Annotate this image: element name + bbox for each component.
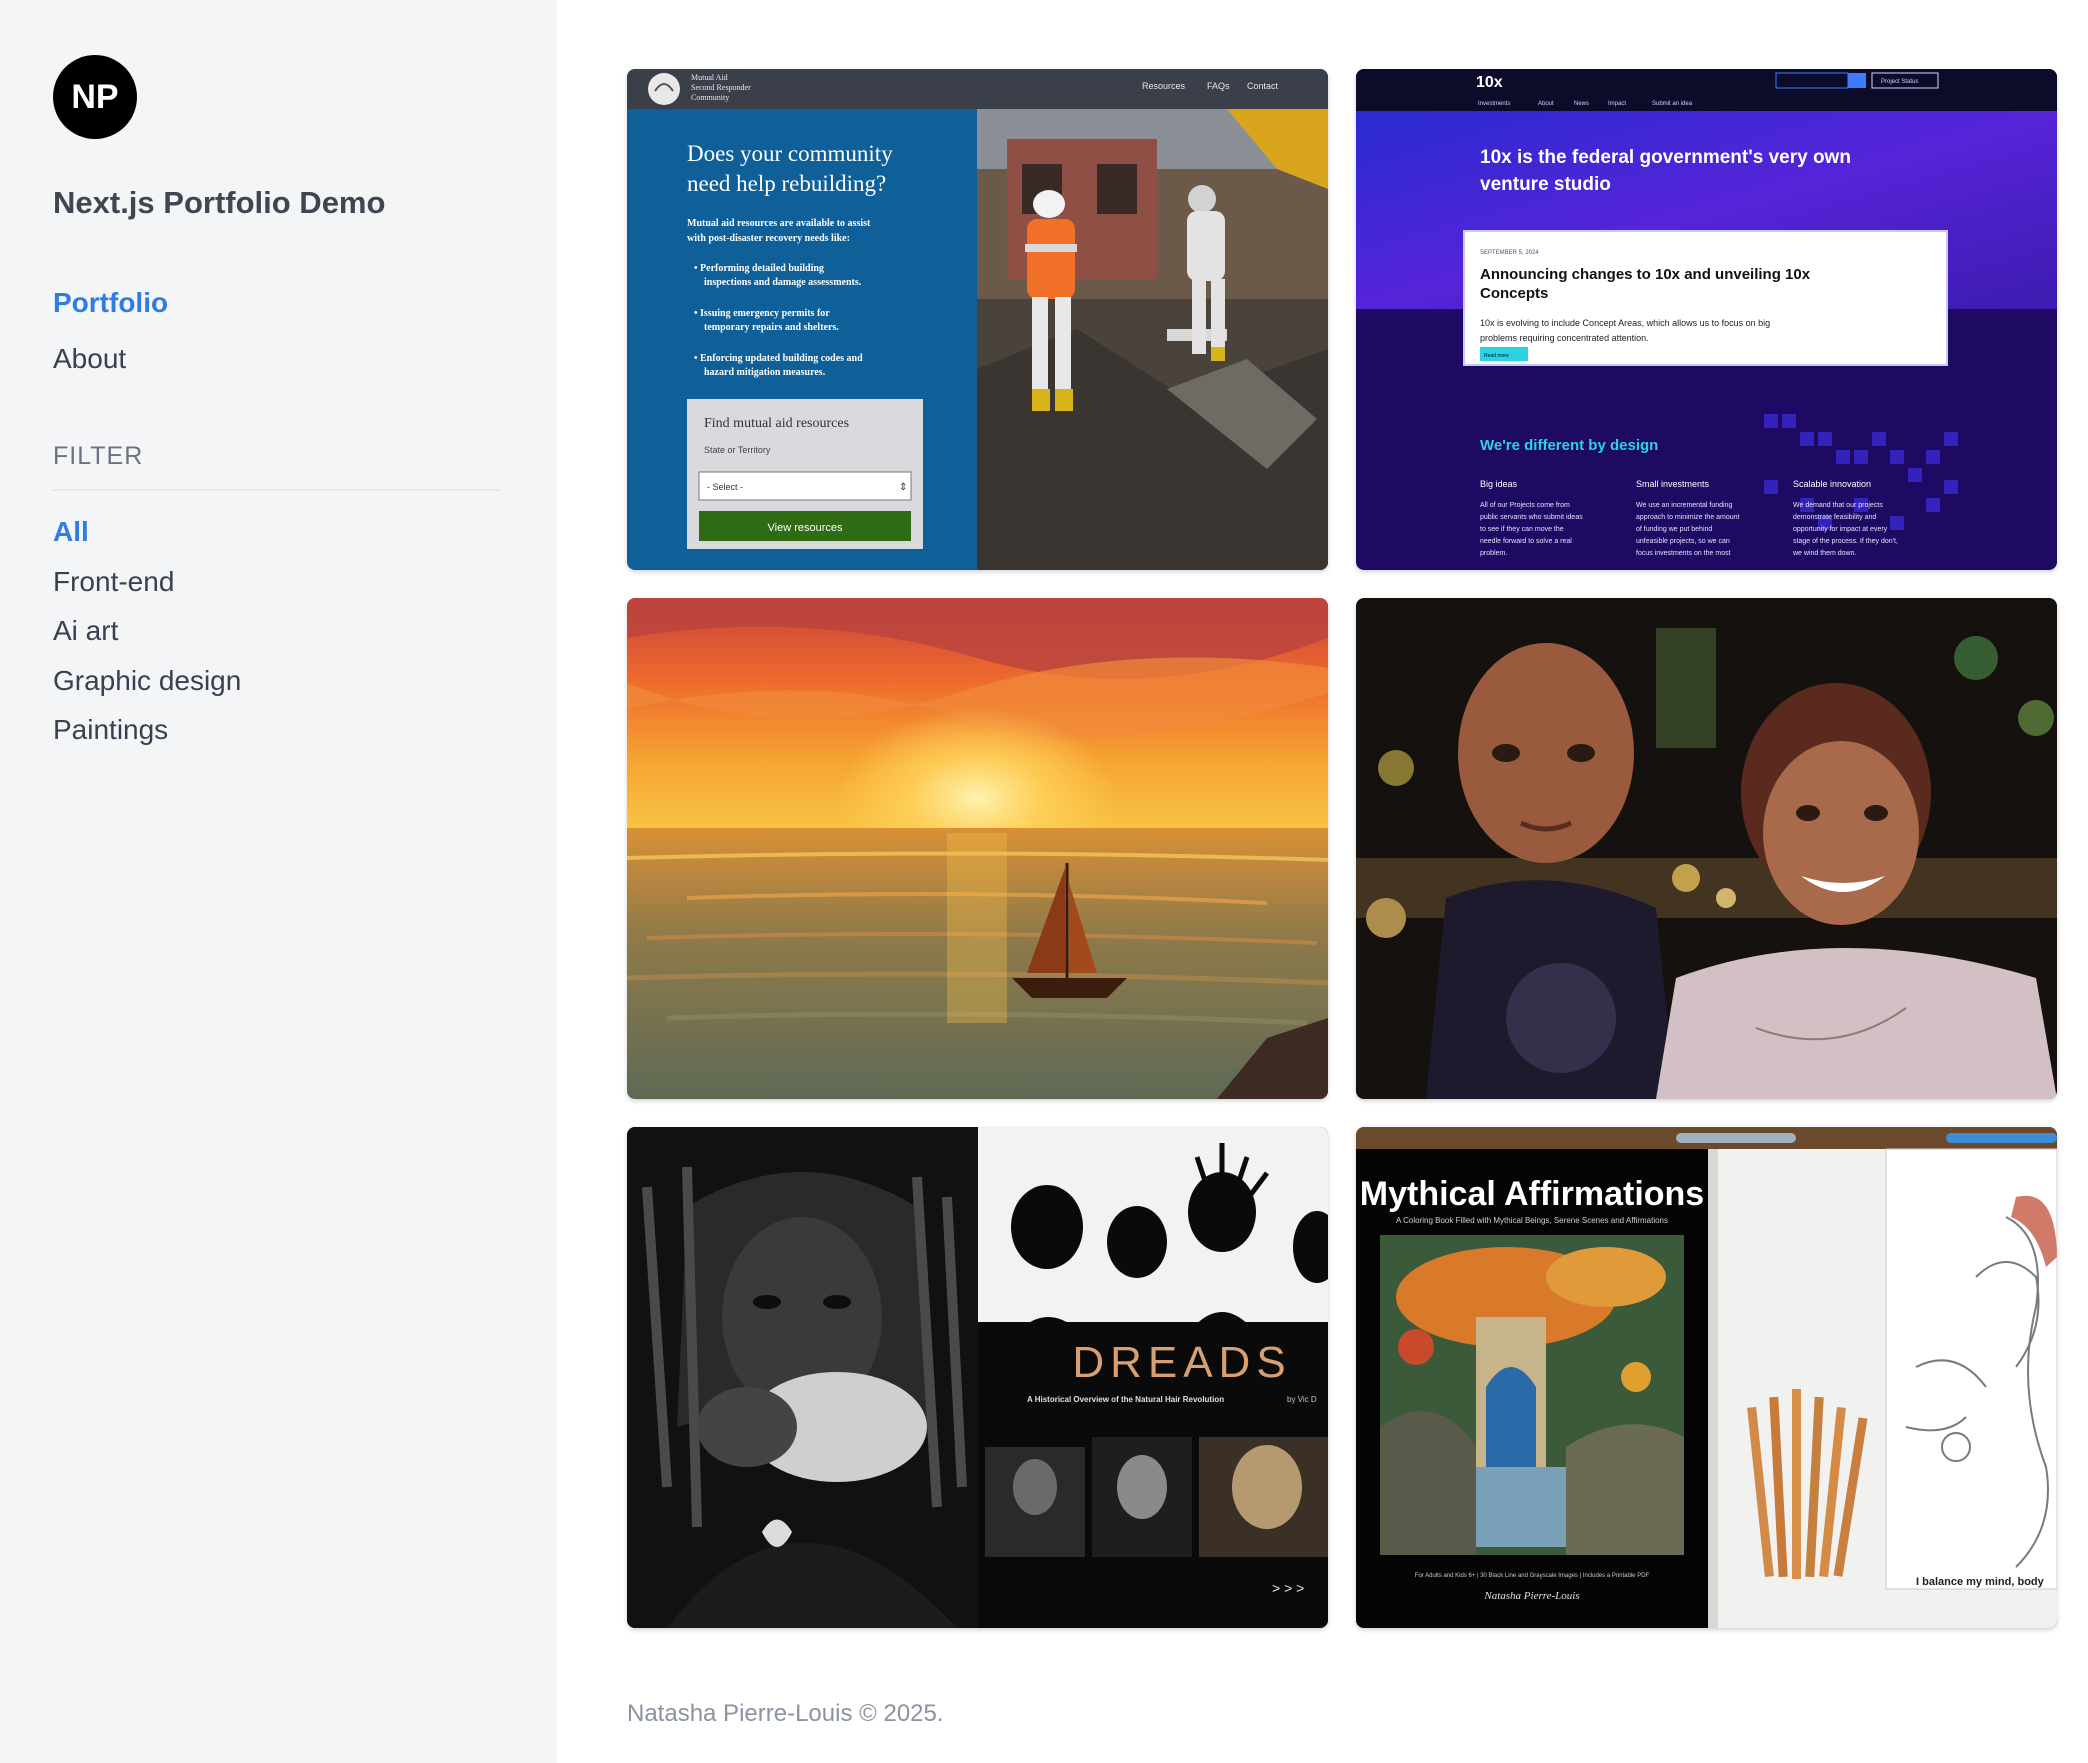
disaster-photo <box>977 109 1328 570</box>
dreads-next-arrows: > > > <box>1272 1580 1304 1596</box>
dreads-byline: by Vic D <box>1287 1395 1317 1404</box>
10x-nav-news: News <box>1574 101 1589 107</box>
portfolio-tile-dreads[interactable]: DREADS A Historical Overview of the Natu… <box>627 1127 1328 1628</box>
10x-col2-line4: unfeasible projects, so we can <box>1636 538 1730 545</box>
select-chevron-icon: ⇕ <box>899 482 907 493</box>
10x-card-date: SEPTEMBER 5, 2024 <box>1480 250 1539 256</box>
10x-logo: 10x <box>1476 74 1503 91</box>
dreads-portrait <box>627 1127 978 1628</box>
mutual-aid-logo-icon <box>648 73 680 105</box>
logo-line-1: Mutual Aid <box>691 73 728 82</box>
portfolio-tile-sunset-painting[interactable] <box>627 598 1328 1099</box>
mutual-aid-intro-2: with post-disaster recovery needs like: <box>687 233 850 244</box>
filter-list: All Front-end Ai art Graphic design Pain… <box>53 507 241 755</box>
book-title: Mythical Affirmations <box>1360 1175 1704 1213</box>
10x-read-more-label: Read more <box>1484 353 1509 359</box>
portfolio-tile-10x[interactable]: 10x Investments About News Impact Submit… <box>1356 69 2057 570</box>
view-resources-label: View resources <box>768 522 843 534</box>
site-nav-contact: Contact <box>1247 81 1279 91</box>
10x-nav-about: About <box>1538 101 1554 107</box>
filter-paintings[interactable]: Paintings <box>53 705 241 755</box>
10x-col2-line5: focus investments on the most <box>1636 550 1731 557</box>
book-subtitle: A Coloring Book Filled with Mythical Bei… <box>1396 1216 1668 1225</box>
10x-nav-impact: Impact <box>1608 101 1626 107</box>
book-cover-art <box>1380 1235 1684 1555</box>
10x-col3-line3: opportunity for impact at every <box>1793 526 1888 533</box>
site-nav-resources: Resources <box>1142 81 1186 91</box>
10x-col3-line2: demonstrate feasibility and <box>1793 514 1876 521</box>
10x-headline-1: 10x is the federal government's very own <box>1480 147 1851 168</box>
10x-col1-line3: to see if they can move the <box>1480 526 1564 533</box>
10x-col1-line1: All of our Projects come from <box>1480 502 1570 509</box>
mutual-aid-bullet-1b: inspections and damage assessments. <box>704 277 862 288</box>
10x-col2-line3: of funding we put behind <box>1636 526 1712 533</box>
10x-nav-investments: Investments <box>1478 101 1510 107</box>
filter-ai-art[interactable]: Ai art <box>53 606 241 656</box>
main-nav: Portfolio About <box>53 275 168 387</box>
10x-section-title: We're different by design <box>1480 437 1658 454</box>
10x-col1-line5: problem. <box>1480 550 1507 557</box>
mutual-aid-bullet-3b: hazard mitigation measures. <box>704 367 826 378</box>
state-select-value: - Select - <box>707 482 743 492</box>
10x-col3-line4: stage of the process. If they don't, <box>1793 538 1898 545</box>
portfolio-tile-mutual-aid[interactable]: Mutual Aid Second Responder Community Re… <box>627 69 1328 570</box>
10x-col3-line1: We demand that our projects <box>1793 502 1883 509</box>
find-resources-title: Find mutual aid resources <box>704 416 849 431</box>
10x-col3-title: Scalable innovation <box>1793 479 1871 489</box>
10x-nav-submit: Submit an idea <box>1652 101 1693 107</box>
mutual-aid-bullet-2b: temporary repairs and shelters. <box>704 322 839 333</box>
filter-graphic-design[interactable]: Graphic design <box>53 656 241 706</box>
10x-col3-line5: we wind them down. <box>1792 550 1856 557</box>
dreads-subtitle: A Historical Overview of the Natural Hai… <box>1027 1395 1224 1404</box>
10x-card-body-2: problems requiring concentrated attentio… <box>1480 333 1649 343</box>
footer-copyright: Natasha Pierre-Louis © 2025. <box>627 1700 944 1727</box>
portfolio-tile-mythical-affirmations[interactable]: Mythical Affirmations A Coloring Book Fi… <box>1356 1127 2057 1628</box>
state-label: State or Territory <box>704 445 771 455</box>
10x-card-body-1: 10x is evolving to include Concept Areas… <box>1480 318 1770 328</box>
book-author: Natasha Pierre-Louis <box>1483 1590 1579 1602</box>
10x-search-icon <box>1848 73 1866 88</box>
10x-col2-line1: We use an incremental funding <box>1636 502 1732 509</box>
10x-col1-line4: needle forward to solve a real <box>1480 538 1572 545</box>
10x-card-title-2: Concepts <box>1480 285 1548 302</box>
10x-col2-title: Small investments <box>1636 479 1710 489</box>
site-title[interactable]: Next.js Portfolio Demo <box>53 185 385 221</box>
book-cover-footer: For Adults and Kids 6+ | 30 Black Line a… <box>1415 1573 1650 1579</box>
10x-card-title-1: Announcing changes to 10x and unveiling … <box>1480 266 1811 283</box>
nav-item-about[interactable]: About <box>53 331 168 387</box>
avatar[interactable]: NP <box>53 55 137 139</box>
mutual-aid-bullet-1a: • Performing detailed building <box>694 263 824 274</box>
mutual-aid-headline-2: need help rebuilding? <box>687 171 886 196</box>
filter-heading: FILTER <box>53 442 144 470</box>
10x-col1-line2: public servants who submit ideas <box>1480 514 1583 521</box>
sidebar: NP Next.js Portfolio Demo Portfolio Abou… <box>0 0 557 1763</box>
filter-divider <box>53 489 501 491</box>
dreads-title: DREADS <box>1072 1338 1291 1387</box>
page-caption: I balance my mind, body <box>1916 1576 2045 1588</box>
mutual-aid-bullet-3a: • Enforcing updated building codes and <box>694 353 863 364</box>
10x-col1-title: Big ideas <box>1480 479 1518 489</box>
filter-front-end[interactable]: Front-end <box>53 557 241 607</box>
10x-headline-2: venture studio <box>1480 174 1611 195</box>
mutual-aid-intro-1: Mutual aid resources are available to as… <box>687 218 871 229</box>
10x-project-status-label: Project Status <box>1881 79 1918 85</box>
logo-line-3: Community <box>691 93 729 102</box>
logo-line-2: Second Responder <box>691 83 751 92</box>
filter-all[interactable]: All <box>53 507 241 557</box>
portfolio-tile-portrait-photo[interactable] <box>1356 598 2057 1099</box>
10x-col2-line2: approach to minimize the amount <box>1636 514 1740 521</box>
mutual-aid-bullet-2a: • Issuing emergency permits for <box>694 308 830 319</box>
nav-item-portfolio[interactable]: Portfolio <box>53 275 168 331</box>
site-nav-faqs: FAQs <box>1207 81 1230 91</box>
mutual-aid-headline-1: Does your community <box>687 141 893 166</box>
10x-search-box <box>1775 72 1849 89</box>
